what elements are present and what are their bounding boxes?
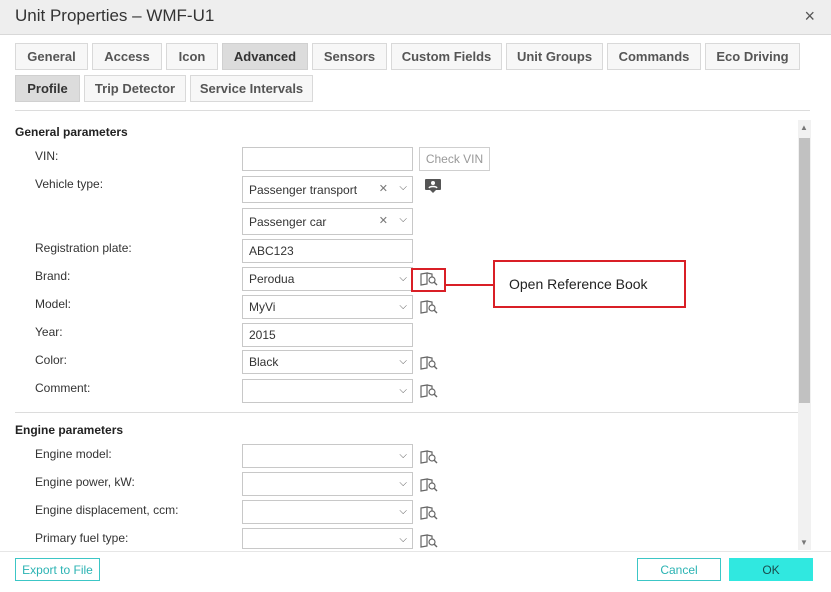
chevron-down-icon[interactable]: ⌵: [399, 356, 407, 367]
section-divider: [15, 412, 798, 413]
model-select[interactable]: MyVi ⌵: [242, 295, 413, 319]
scrollbar-thumb[interactable]: [799, 138, 810, 403]
ok-button[interactable]: OK: [729, 558, 813, 581]
tab-profile[interactable]: Profile: [15, 75, 80, 102]
color-select[interactable]: Black ⌵: [242, 350, 413, 374]
tab-general[interactable]: General: [15, 43, 88, 70]
reference-book-icon[interactable]: [420, 478, 438, 492]
close-icon[interactable]: ×: [804, 6, 815, 27]
brand-label: Brand:: [35, 269, 71, 283]
comment-select[interactable]: ⌵: [242, 379, 413, 403]
check-vin-button[interactable]: Check VIN: [419, 147, 490, 171]
vehicle-type-card-icon[interactable]: [425, 179, 441, 193]
scrollbar[interactable]: ▲ ▼: [798, 120, 811, 550]
tab-access[interactable]: Access: [92, 43, 162, 70]
registration-plate-field[interactable]: ABC123: [242, 239, 413, 263]
model-label: Model:: [35, 297, 72, 311]
chevron-down-icon[interactable]: ⌵: [399, 450, 407, 461]
chevron-down-icon[interactable]: ⌵: [399, 301, 407, 312]
tab-trip-detector[interactable]: Trip Detector: [84, 75, 186, 102]
clear-icon[interactable]: ✕: [379, 182, 388, 195]
reference-book-highlight: [411, 268, 446, 292]
tab-sensors[interactable]: Sensors: [312, 43, 387, 70]
export-to-file-button[interactable]: Export to File: [15, 558, 100, 581]
vin-label: VIN:: [35, 149, 59, 163]
reference-book-icon[interactable]: [420, 356, 438, 370]
section-general-title: General parameters: [15, 125, 128, 139]
reference-book-icon[interactable]: [420, 384, 438, 398]
chevron-down-icon[interactable]: ⌵: [399, 534, 407, 545]
callout-open-reference-book: Open Reference Book: [493, 260, 686, 308]
vehicle-type-value: Passenger transport: [249, 182, 358, 197]
cancel-button[interactable]: Cancel: [637, 558, 721, 581]
chevron-down-icon[interactable]: ⌵: [399, 182, 407, 193]
window-title: Unit Properties – WMF-U1: [15, 6, 215, 25]
vehicle-subtype-select[interactable]: Passenger car ✕ ⌵: [242, 208, 413, 235]
reference-book-icon[interactable]: [420, 534, 438, 548]
chevron-down-icon[interactable]: ⌵: [399, 478, 407, 489]
engine-power-label: Engine power, kW:: [35, 475, 135, 489]
clear-icon[interactable]: ✕: [379, 214, 388, 227]
tabs-divider: [15, 110, 810, 111]
vehicle-subtype-value: Passenger car: [249, 214, 327, 229]
footer-divider: [0, 551, 831, 552]
primary-fuel-label: Primary fuel type:: [35, 531, 129, 545]
scroll-down-arrow-icon[interactable]: ▼: [800, 538, 808, 547]
reference-book-icon[interactable]: [420, 506, 438, 520]
reference-book-icon[interactable]: [420, 450, 438, 464]
callout-connector: [446, 284, 494, 286]
engine-power-select[interactable]: ⌵: [242, 472, 413, 496]
comment-label: Comment:: [35, 381, 91, 395]
year-field[interactable]: 2015: [242, 323, 413, 347]
section-engine-title: Engine parameters: [15, 423, 124, 437]
reference-book-icon[interactable]: [420, 300, 438, 314]
brand-value: Perodua: [249, 272, 295, 286]
tab-icon[interactable]: Icon: [166, 43, 218, 70]
tab-eco-driving[interactable]: Eco Driving: [705, 43, 800, 70]
vehicle-type-label: Vehicle type:: [35, 177, 104, 191]
tab-unit-groups[interactable]: Unit Groups: [506, 43, 603, 70]
vehicle-type-select[interactable]: Passenger transport ✕ ⌵: [242, 176, 413, 203]
registration-label: Registration plate:: [35, 241, 132, 255]
brand-select[interactable]: Perodua ⌵: [242, 267, 413, 291]
year-label: Year:: [35, 325, 63, 339]
tab-commands[interactable]: Commands: [607, 43, 701, 70]
chevron-down-icon[interactable]: ⌵: [399, 214, 407, 225]
title-bar: Unit Properties – WMF-U1 ×: [0, 0, 831, 35]
model-value: MyVi: [249, 300, 276, 314]
chevron-down-icon[interactable]: ⌵: [399, 273, 407, 284]
chevron-down-icon[interactable]: ⌵: [399, 506, 407, 517]
tab-custom-fields[interactable]: Custom Fields: [391, 43, 502, 70]
scroll-up-arrow-icon[interactable]: ▲: [800, 123, 808, 132]
color-value: Black: [249, 355, 279, 369]
engine-displacement-select[interactable]: ⌵: [242, 500, 413, 524]
color-label: Color:: [35, 353, 68, 367]
chevron-down-icon[interactable]: ⌵: [399, 385, 407, 396]
primary-fuel-select[interactable]: ⌵: [242, 528, 413, 549]
engine-model-label: Engine model:: [35, 447, 112, 461]
engine-model-select[interactable]: ⌵: [242, 444, 413, 468]
tab-advanced[interactable]: Advanced: [222, 43, 308, 70]
engine-displacement-label: Engine displacement, ccm:: [35, 503, 179, 517]
tab-service-intervals[interactable]: Service Intervals: [190, 75, 313, 102]
vin-field[interactable]: [242, 147, 413, 171]
